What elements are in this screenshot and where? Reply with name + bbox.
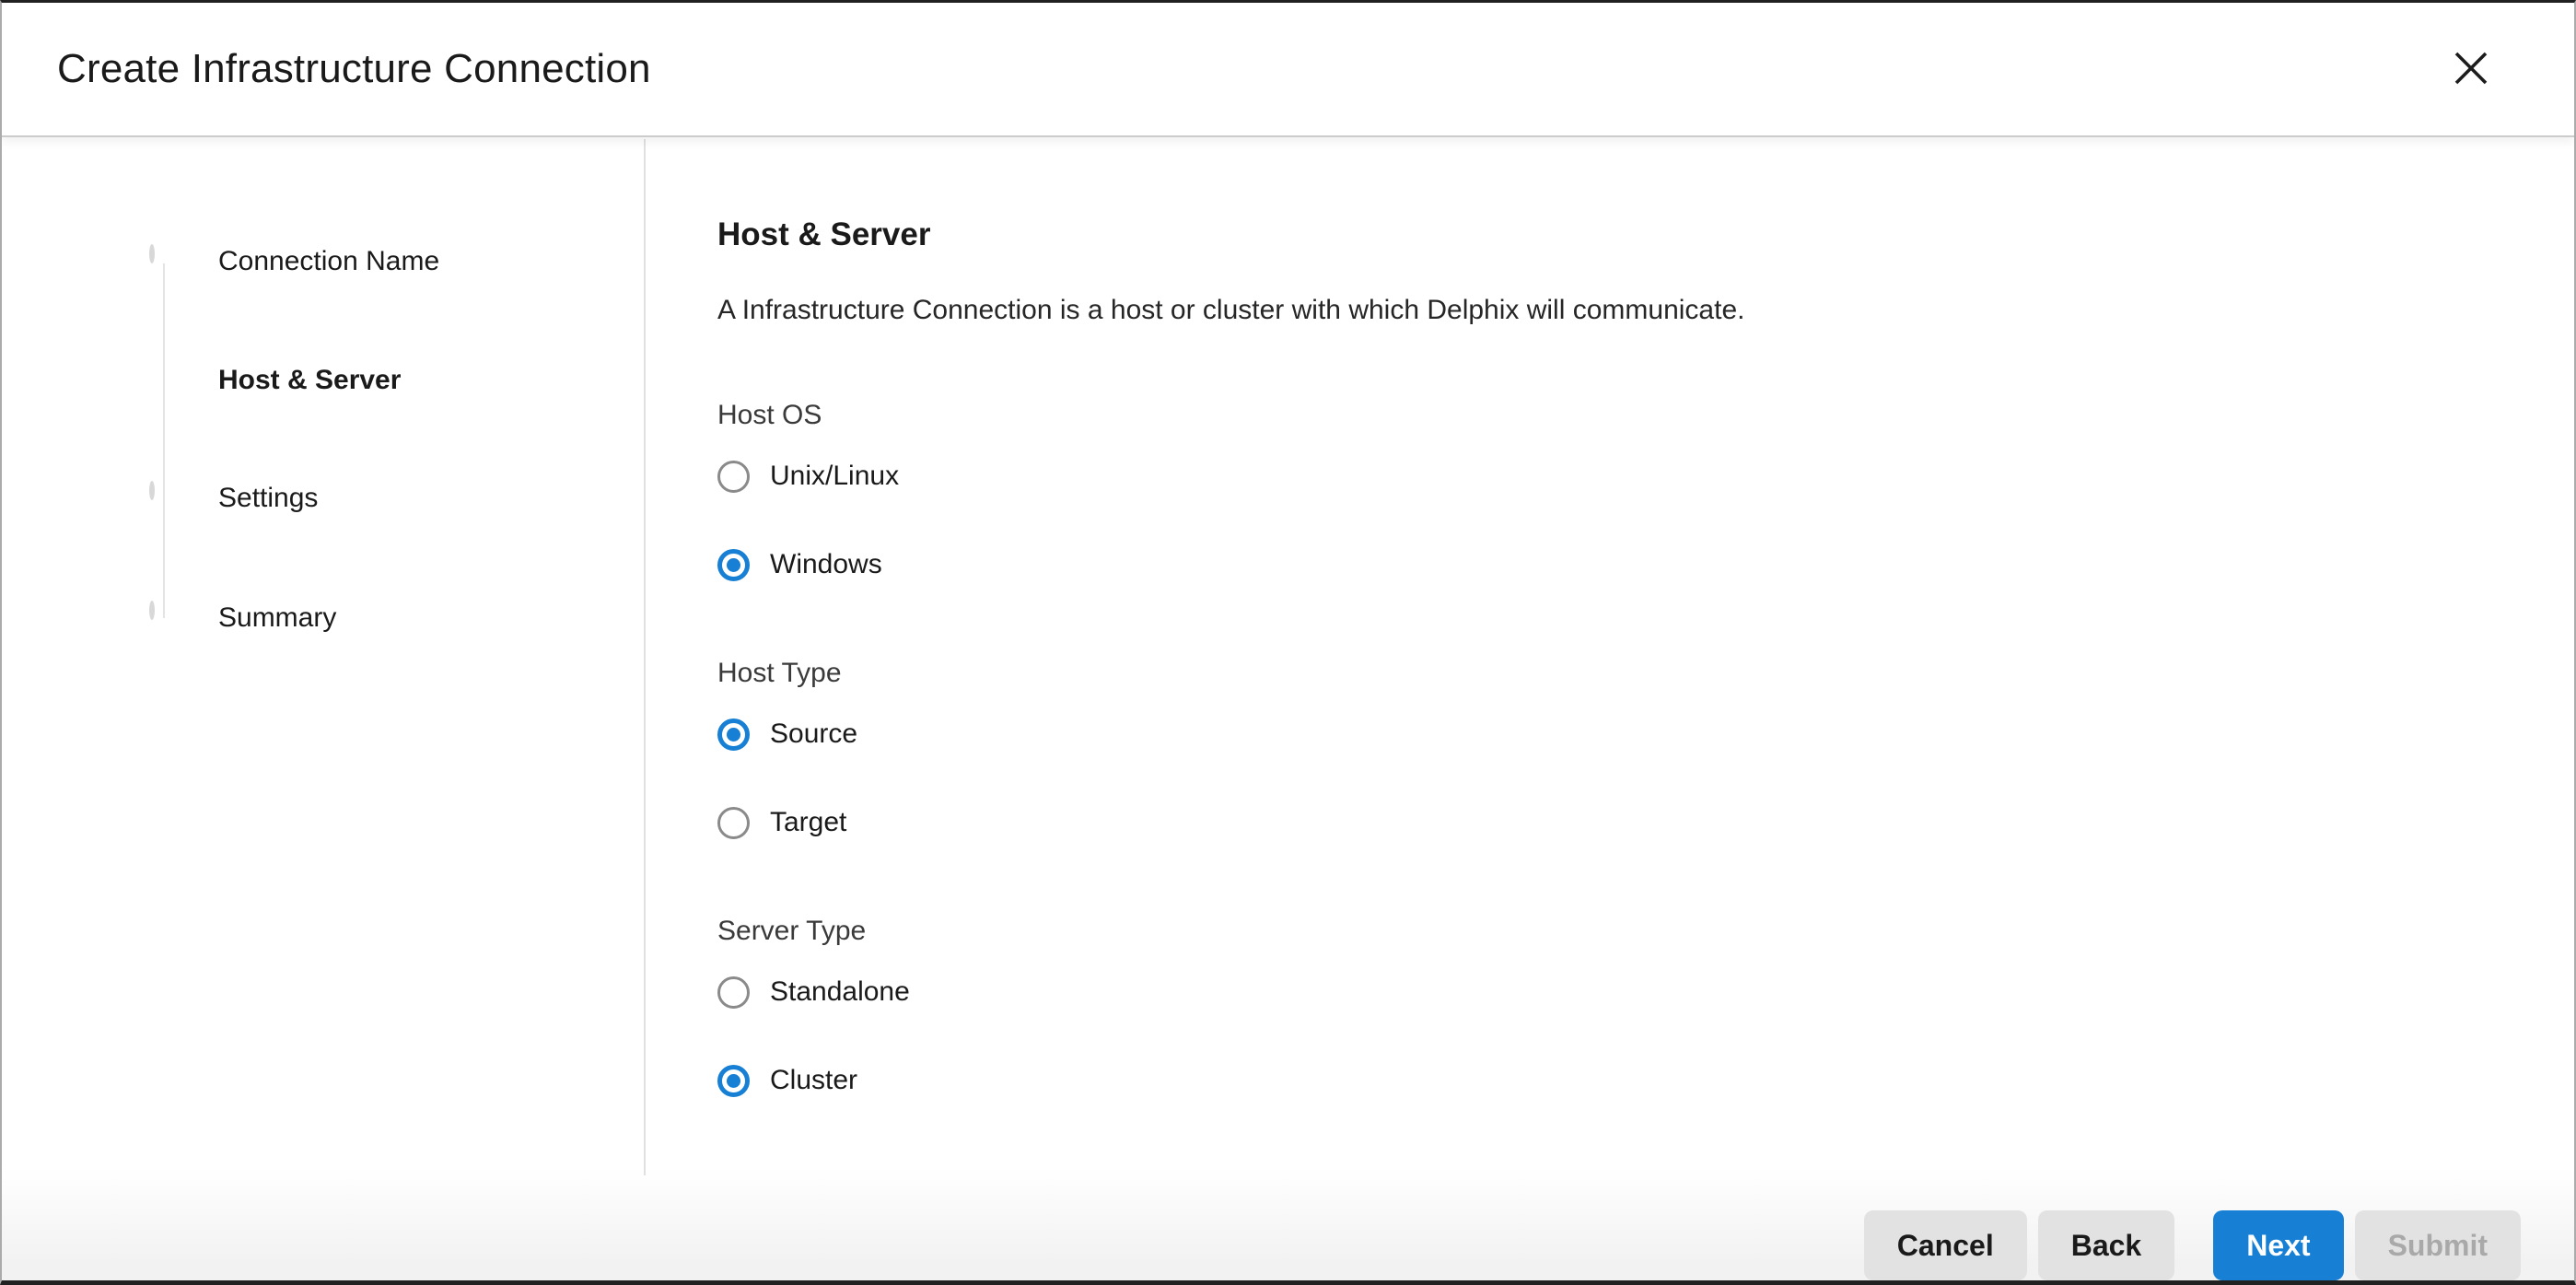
close-button[interactable] <box>2445 43 2497 95</box>
radio-windows[interactable]: Windows <box>717 537 882 592</box>
section-heading: Host & Server <box>717 216 2574 253</box>
radio-cluster[interactable]: Cluster <box>717 1053 857 1108</box>
radio-circle-icon <box>717 718 750 751</box>
step-label: Connection Name <box>218 246 439 277</box>
radio-unix-linux[interactable]: Unix/Linux <box>717 449 899 504</box>
back-button[interactable]: Back <box>2038 1210 2175 1280</box>
step-summary[interactable]: Summary <box>2 589 644 648</box>
stepper-connector-line <box>163 263 165 618</box>
radio-group-host-os: Host OS Unix/Linux Windows <box>717 399 2574 592</box>
step-label: Summary <box>218 602 336 634</box>
radio-label: Source <box>770 718 857 750</box>
radio-label: Cluster <box>770 1065 857 1096</box>
step-content-panel: Host & Server A Infrastructure Connectio… <box>646 139 2574 1280</box>
group-label-server-type: Server Type <box>717 915 2574 948</box>
radio-group-host-type: Host Type Source Target <box>717 657 2574 850</box>
radio-label: Standalone <box>770 976 910 1008</box>
wizard-stepper: Connection Name Host & Server Settings S… <box>2 139 644 1280</box>
radio-source[interactable]: Source <box>717 707 857 762</box>
cancel-button[interactable]: Cancel <box>1864 1210 2027 1280</box>
radio-label: Target <box>770 807 846 838</box>
radio-group-server-type: Server Type Standalone Cluster <box>717 915 2574 1108</box>
section-description: A Infrastructure Connection is a host or… <box>717 294 2574 327</box>
create-infrastructure-connection-dialog: Create Infrastructure Connection Connect… <box>0 0 2576 1285</box>
dialog-footer: Cancel Back Next Submit <box>2 1168 2574 1280</box>
radio-circle-icon <box>717 1065 750 1097</box>
dialog-body: Connection Name Host & Server Settings S… <box>2 139 2574 1280</box>
dialog-header: Create Infrastructure Connection <box>2 3 2574 137</box>
radio-circle-icon <box>717 976 750 1009</box>
step-circle <box>149 247 179 276</box>
radio-circle-icon <box>717 549 750 581</box>
close-icon <box>2453 50 2489 89</box>
next-button[interactable]: Next <box>2213 1210 2343 1280</box>
step-label: Settings <box>218 483 318 514</box>
step-circle-active <box>149 366 179 395</box>
radio-standalone[interactable]: Standalone <box>717 964 910 1020</box>
step-host-server[interactable]: Host & Server <box>2 351 644 410</box>
dialog-title: Create Infrastructure Connection <box>57 46 651 92</box>
step-label: Host & Server <box>218 365 401 396</box>
radio-label: Unix/Linux <box>770 461 899 492</box>
radio-target[interactable]: Target <box>717 795 846 850</box>
step-connection-name[interactable]: Connection Name <box>2 232 644 291</box>
step-circle <box>149 603 179 633</box>
radio-label: Windows <box>770 549 882 580</box>
group-label-host-type: Host Type <box>717 657 2574 690</box>
radio-circle-icon <box>717 807 750 839</box>
radio-circle-icon <box>717 461 750 493</box>
step-circle <box>149 484 179 513</box>
step-settings[interactable]: Settings <box>2 469 644 528</box>
group-label-host-os: Host OS <box>717 399 2574 432</box>
submit-button[interactable]: Submit <box>2355 1210 2521 1280</box>
